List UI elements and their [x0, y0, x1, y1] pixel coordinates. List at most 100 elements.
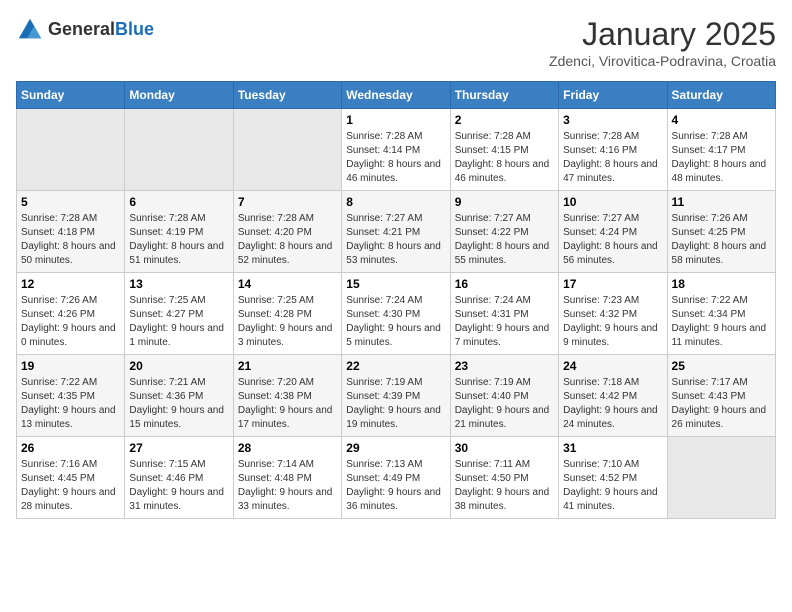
calendar-cell: 11 Sunrise: 7:26 AM Sunset: 4:25 PM Dayli… — [667, 191, 775, 273]
calendar-cell: 10Sunrise: 7:27 AM Sunset: 4:24 PM Dayli… — [559, 191, 667, 273]
day-number: 12 — [21, 277, 120, 291]
calendar-cell: 25Sunrise: 7:17 AM Sunset: 4:43 PM Dayli… — [667, 355, 775, 437]
calendar-cell: 22Sunrise: 7:19 AM Sunset: 4:39 PM Dayli… — [342, 355, 450, 437]
day-info: Sunrise: 7:23 AM Sunset: 4:32 PM Dayligh… — [563, 294, 662, 350]
calendar-header-row: SundayMondayTuesdayWednesdayThursdayFrid… — [17, 82, 776, 109]
day-number: 2 — [455, 113, 554, 127]
logo-blue: Blue — [115, 19, 154, 39]
day-info: Sunrise: 7:16 AM Sunset: 4:45 PM Dayligh… — [21, 458, 120, 514]
day-of-week-header: Sunday — [17, 82, 125, 109]
day-of-week-header: Monday — [125, 82, 233, 109]
calendar-week-row: 19 Sunrise: 7:22 AM Sunset: 4:35 PM Dayli… — [17, 355, 776, 437]
day-number: 7 — [238, 195, 337, 209]
day-number: 16 — [455, 277, 554, 291]
day-info: Sunrise: 7:11 AM Sunset: 4:50 PM Dayligh… — [455, 458, 554, 514]
day-info: Sunrise: 7:28 AM Sunset: 4:19 PM Dayligh… — [129, 212, 228, 268]
calendar-cell: 24 Sunrise: 7:18 AM Sunset: 4:42 PM Dayli… — [559, 355, 667, 437]
day-info: Sunrise: 7:14 AM Sunset: 4:48 PM Dayligh… — [238, 458, 337, 514]
calendar-cell: 29 Sunrise: 7:13 AM Sunset: 4:49 PM Dayli… — [342, 437, 450, 519]
day-number: 18 — [672, 277, 771, 291]
day-info: Sunrise: 7:28 AM Sunset: 4:17 PM Dayligh… — [672, 130, 771, 186]
calendar-cell: 14Sunrise: 7:25 AM Sunset: 4:28 PM Dayli… — [233, 273, 341, 355]
day-number: 9 — [455, 195, 554, 209]
calendar-cell: 27 Sunrise: 7:15 AM Sunset: 4:46 PM Dayli… — [125, 437, 233, 519]
day-number: 1 — [346, 113, 445, 127]
day-number: 26 — [21, 441, 120, 455]
day-info: Sunrise: 7:25 AM Sunset: 4:27 PM Dayligh… — [129, 294, 228, 350]
day-info: Sunrise: 7:24 AM Sunset: 4:30 PM Dayligh… — [346, 294, 445, 350]
logo-general: General — [48, 19, 115, 39]
calendar-week-row: 1 Sunrise: 7:28 AM Sunset: 4:14 PM Daylig… — [17, 109, 776, 191]
day-info: Sunrise: 7:22 AM Sunset: 4:35 PM Dayligh… — [21, 376, 120, 432]
day-number: 29 — [346, 441, 445, 455]
title-block: January 2025 Zdenci, Virovitica-Podravin… — [549, 16, 776, 69]
calendar-cell: 28 Sunrise: 7:14 AM Sunset: 4:48 PM Dayli… — [233, 437, 341, 519]
day-number: 20 — [129, 359, 228, 373]
logo: GeneralBlue — [16, 16, 154, 44]
day-number: 10 — [563, 195, 662, 209]
day-number: 28 — [238, 441, 337, 455]
calendar-cell — [17, 109, 125, 191]
calendar-cell — [233, 109, 341, 191]
day-number: 6 — [129, 195, 228, 209]
day-info: Sunrise: 7:22 AM Sunset: 4:34 PM Dayligh… — [672, 294, 771, 350]
calendar-cell: 31Sunrise: 7:10 AM Sunset: 4:52 PM Dayli… — [559, 437, 667, 519]
day-info: Sunrise: 7:20 AM Sunset: 4:38 PM Dayligh… — [238, 376, 337, 432]
calendar-cell: 23 Sunrise: 7:19 AM Sunset: 4:40 PM Dayli… — [450, 355, 558, 437]
day-number: 5 — [21, 195, 120, 209]
calendar-table: SundayMondayTuesdayWednesdayThursdayFrid… — [16, 81, 776, 519]
day-of-week-header: Saturday — [667, 82, 775, 109]
calendar-cell: 21Sunrise: 7:20 AM Sunset: 4:38 PM Dayli… — [233, 355, 341, 437]
calendar-cell: 6 Sunrise: 7:28 AM Sunset: 4:19 PM Daylig… — [125, 191, 233, 273]
day-number: 24 — [563, 359, 662, 373]
day-info: Sunrise: 7:27 AM Sunset: 4:22 PM Dayligh… — [455, 212, 554, 268]
page-header: GeneralBlue January 2025 Zdenci, Virovit… — [16, 16, 776, 69]
calendar-cell: 7 Sunrise: 7:28 AM Sunset: 4:20 PM Daylig… — [233, 191, 341, 273]
day-info: Sunrise: 7:28 AM Sunset: 4:15 PM Dayligh… — [455, 130, 554, 186]
day-of-week-header: Thursday — [450, 82, 558, 109]
day-info: Sunrise: 7:19 AM Sunset: 4:40 PM Dayligh… — [455, 376, 554, 432]
day-info: Sunrise: 7:27 AM Sunset: 4:21 PM Dayligh… — [346, 212, 445, 268]
day-info: Sunrise: 7:26 AM Sunset: 4:25 PM Dayligh… — [672, 212, 771, 268]
calendar-cell: 26 Sunrise: 7:16 AM Sunset: 4:45 PM Dayli… — [17, 437, 125, 519]
calendar-cell: 8Sunrise: 7:27 AM Sunset: 4:21 PM Daylig… — [342, 191, 450, 273]
day-number: 13 — [129, 277, 228, 291]
day-info: Sunrise: 7:10 AM Sunset: 4:52 PM Dayligh… — [563, 458, 662, 514]
day-number: 22 — [346, 359, 445, 373]
calendar-week-row: 12 Sunrise: 7:26 AM Sunset: 4:26 PM Dayli… — [17, 273, 776, 355]
calendar-cell: 1 Sunrise: 7:28 AM Sunset: 4:14 PM Daylig… — [342, 109, 450, 191]
day-info: Sunrise: 7:17 AM Sunset: 4:43 PM Dayligh… — [672, 376, 771, 432]
calendar-cell: 17 Sunrise: 7:23 AM Sunset: 4:32 PM Dayli… — [559, 273, 667, 355]
calendar-cell: 30 Sunrise: 7:11 AM Sunset: 4:50 PM Dayli… — [450, 437, 558, 519]
day-number: 15 — [346, 277, 445, 291]
day-number: 23 — [455, 359, 554, 373]
day-info: Sunrise: 7:15 AM Sunset: 4:46 PM Dayligh… — [129, 458, 228, 514]
day-number: 19 — [21, 359, 120, 373]
calendar-cell: 3Sunrise: 7:28 AM Sunset: 4:16 PM Daylig… — [559, 109, 667, 191]
calendar-cell: 4Sunrise: 7:28 AM Sunset: 4:17 PM Daylig… — [667, 109, 775, 191]
day-info: Sunrise: 7:28 AM Sunset: 4:20 PM Dayligh… — [238, 212, 337, 268]
day-info: Sunrise: 7:18 AM Sunset: 4:42 PM Dayligh… — [563, 376, 662, 432]
day-info: Sunrise: 7:28 AM Sunset: 4:16 PM Dayligh… — [563, 130, 662, 186]
day-info: Sunrise: 7:21 AM Sunset: 4:36 PM Dayligh… — [129, 376, 228, 432]
day-info: Sunrise: 7:25 AM Sunset: 4:28 PM Dayligh… — [238, 294, 337, 350]
calendar-week-row: 5 Sunrise: 7:28 AM Sunset: 4:18 PM Daylig… — [17, 191, 776, 273]
day-number: 17 — [563, 277, 662, 291]
day-number: 27 — [129, 441, 228, 455]
day-number: 30 — [455, 441, 554, 455]
day-info: Sunrise: 7:26 AM Sunset: 4:26 PM Dayligh… — [21, 294, 120, 350]
day-info: Sunrise: 7:13 AM Sunset: 4:49 PM Dayligh… — [346, 458, 445, 514]
day-of-week-header: Tuesday — [233, 82, 341, 109]
day-number: 11 — [672, 195, 771, 209]
calendar-cell: 9 Sunrise: 7:27 AM Sunset: 4:22 PM Daylig… — [450, 191, 558, 273]
day-info: Sunrise: 7:28 AM Sunset: 4:18 PM Dayligh… — [21, 212, 120, 268]
logo-icon — [16, 16, 44, 44]
month-title: January 2025 — [549, 16, 776, 53]
calendar-cell: 15 Sunrise: 7:24 AM Sunset: 4:30 PM Dayli… — [342, 273, 450, 355]
calendar-cell: 16Sunrise: 7:24 AM Sunset: 4:31 PM Dayli… — [450, 273, 558, 355]
day-info: Sunrise: 7:28 AM Sunset: 4:14 PM Dayligh… — [346, 130, 445, 186]
calendar-cell: 12 Sunrise: 7:26 AM Sunset: 4:26 PM Dayli… — [17, 273, 125, 355]
day-of-week-header: Friday — [559, 82, 667, 109]
calendar-cell: 19 Sunrise: 7:22 AM Sunset: 4:35 PM Dayli… — [17, 355, 125, 437]
day-of-week-header: Wednesday — [342, 82, 450, 109]
